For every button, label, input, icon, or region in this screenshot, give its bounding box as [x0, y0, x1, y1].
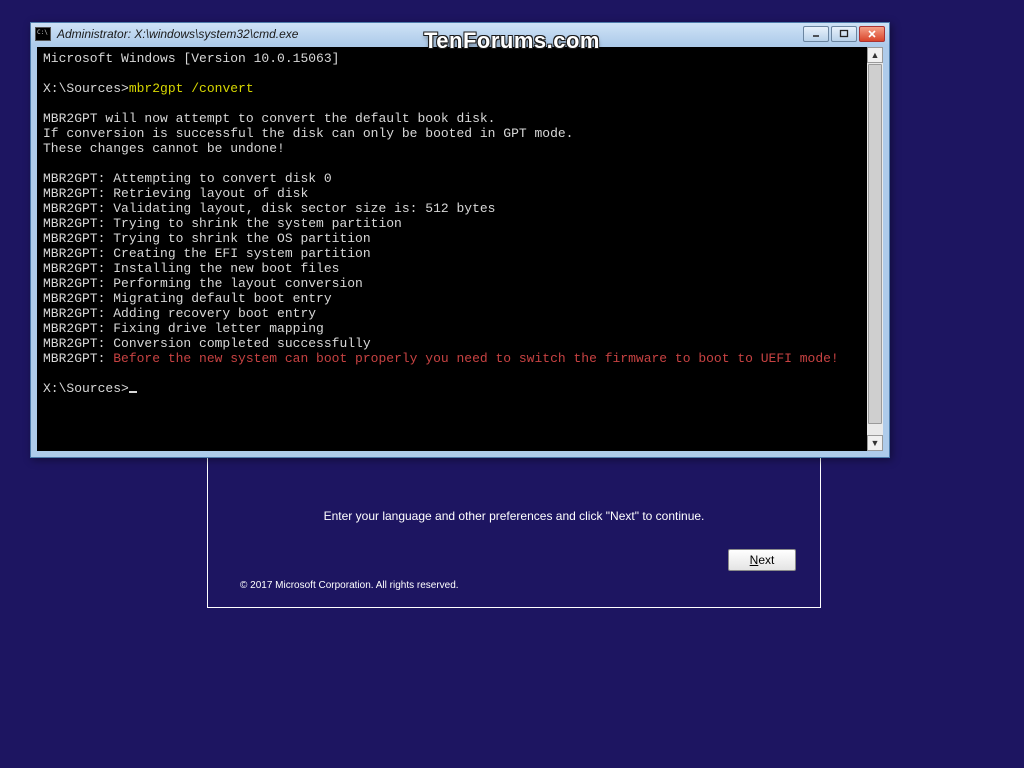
prompt-1: X:\Sources>	[43, 81, 129, 96]
scroll-down-button[interactable]: ▼	[867, 435, 883, 451]
window-title: Administrator: X:\windows\system32\cmd.e…	[57, 27, 803, 41]
cmd-window: Administrator: X:\windows\system32\cmd.e…	[30, 22, 890, 458]
cmd-icon	[35, 27, 51, 41]
warn-message: Before the new system can boot properly …	[113, 351, 839, 366]
cursor	[129, 391, 137, 393]
version-line: Microsoft Windows [Version 10.0.15063]	[43, 51, 339, 66]
windows-setup-panel: Enter your language and other preference…	[207, 456, 821, 608]
next-button[interactable]: Next	[728, 549, 796, 571]
console-output[interactable]: Microsoft Windows [Version 10.0.15063] X…	[37, 47, 883, 451]
scrollbar[interactable]: ▲ ▼	[867, 47, 883, 451]
output-body: MBR2GPT will now attempt to convert the …	[43, 111, 574, 351]
setup-inner: Enter your language and other preference…	[212, 461, 816, 603]
minimize-button[interactable]	[803, 26, 829, 42]
typed-command: mbr2gpt /convert	[129, 81, 254, 96]
close-button[interactable]	[859, 26, 885, 42]
warn-prefix: MBR2GPT:	[43, 351, 113, 366]
scroll-up-button[interactable]: ▲	[867, 47, 883, 63]
maximize-button[interactable]	[831, 26, 857, 42]
window-buttons	[803, 26, 885, 42]
titlebar[interactable]: Administrator: X:\windows\system32\cmd.e…	[31, 23, 889, 45]
scroll-thumb[interactable]	[868, 64, 882, 424]
prompt-2: X:\Sources>	[43, 381, 129, 396]
setup-instruction: Enter your language and other preference…	[212, 509, 816, 523]
copyright-text: © 2017 Microsoft Corporation. All rights…	[240, 580, 459, 591]
